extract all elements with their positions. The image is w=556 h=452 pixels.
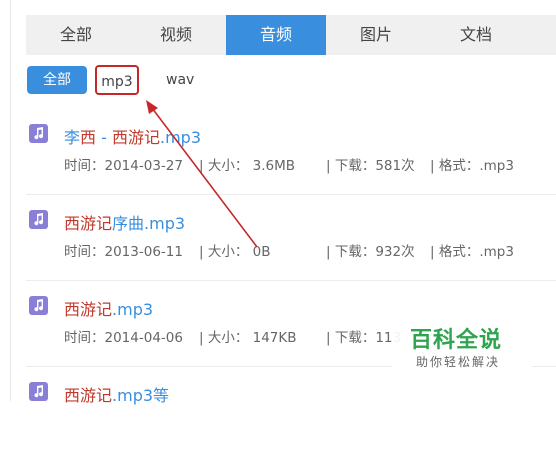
- filter-all[interactable]: 全部: [27, 66, 87, 94]
- music-file-icon: [29, 210, 48, 229]
- music-file-icon: [29, 124, 48, 143]
- list-item: 西游记序曲.mp3 时间：2013-06-11 | 大小： 0B | 下载：93…: [26, 194, 556, 281]
- file-downloads: | 下载：932次: [326, 244, 415, 260]
- left-divider: [10, 0, 11, 401]
- tab-images[interactable]: 图片: [326, 15, 426, 55]
- file-title-link[interactable]: 李西 - 西游记.mp3: [64, 124, 201, 148]
- file-date: 时间：2014-03-27: [64, 158, 183, 174]
- tab-video[interactable]: 视频: [126, 15, 226, 55]
- filter-mp3[interactable]: mp3: [95, 65, 139, 95]
- watermark: 百科全说 助你轻松解决: [392, 316, 532, 376]
- tab-audio[interactable]: 音频: [226, 15, 326, 55]
- list-item: 西游记.mp3等: [26, 366, 556, 452]
- category-tabs: 全部 视频 音频 图片 文档: [26, 15, 556, 55]
- music-file-icon: [29, 296, 48, 315]
- tab-documents[interactable]: 文档: [426, 15, 526, 55]
- file-date: 时间：2014-04-06: [64, 330, 183, 346]
- file-date: 时间：2013-06-11: [64, 244, 183, 260]
- tab-all[interactable]: 全部: [26, 15, 126, 55]
- watermark-title: 百科全说: [410, 328, 503, 353]
- file-size: | 大小： 147KB: [199, 330, 297, 346]
- music-file-icon: [29, 382, 48, 401]
- list-item: 李西 - 西游记.mp3 时间：2014-03-27 | 大小： 3.6MB |…: [26, 108, 556, 195]
- file-title-link[interactable]: 西游记.mp3等: [64, 382, 169, 406]
- file-size: | 大小： 3.6MB: [199, 158, 296, 174]
- filter-wav[interactable]: wav: [164, 66, 196, 94]
- file-downloads: | 下载：113: [326, 330, 402, 346]
- file-downloads: | 下载：581次: [326, 158, 415, 174]
- file-title-link[interactable]: 西游记序曲.mp3: [64, 210, 185, 234]
- file-format: | 格式：.mp3: [430, 158, 514, 174]
- file-size: | 大小： 0B: [199, 244, 271, 260]
- watermark-subtitle: 助你轻松解决: [416, 355, 501, 369]
- file-title-link[interactable]: 西游记.mp3: [64, 296, 153, 320]
- file-format: | 格式：.mp3: [430, 244, 514, 260]
